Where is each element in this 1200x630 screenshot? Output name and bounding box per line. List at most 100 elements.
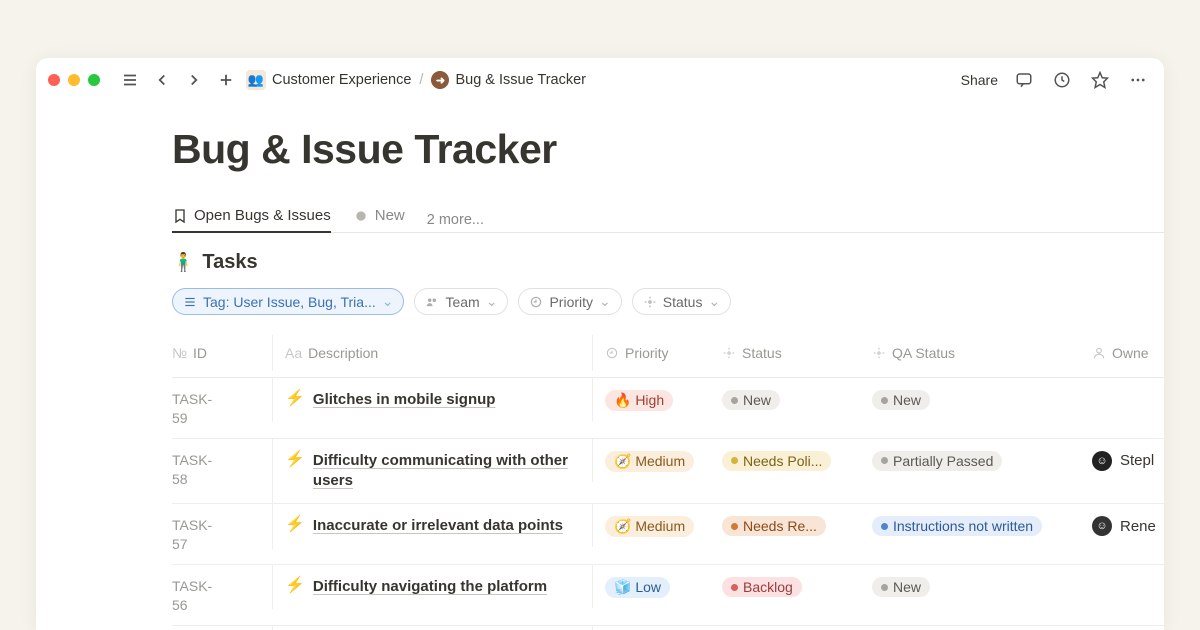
tab-new[interactable]: New [353,207,405,232]
close-window-button[interactable] [48,74,60,86]
chevron-down-icon: ⌄ [382,293,394,310]
col-qa[interactable]: QA Status [872,335,1092,371]
minimize-window-button[interactable] [68,74,80,86]
chevron-down-icon: ⌄ [486,293,498,310]
cell-status[interactable]: Needs Re... [722,504,872,546]
owner-name: Stepl [1120,452,1154,469]
new-page-button[interactable] [214,68,238,92]
app-window: 👥 Customer Experience / ➜ Bug & Issue Tr… [36,58,1164,630]
hamburger-icon[interactable] [118,68,142,92]
chevron-down-icon: ⌄ [599,293,611,310]
breadcrumb: 👥 Customer Experience / ➜ Bug & Issue Tr… [246,70,586,90]
qa-badge: Partially Passed [872,451,1002,471]
cell-priority[interactable]: 🧭 Medium [592,439,722,482]
chevron-down-icon: ⌄ [708,293,720,310]
col-id[interactable]: №ID [172,335,272,371]
cell-description[interactable]: ⚡ Difficulty navigating the platform [272,565,592,609]
qa-badge: New [872,390,930,410]
cell-priority[interactable]: 🔥 High [592,626,722,630]
table-row[interactable]: TASK-56 ⚡ Difficulty navigating the platfo… [172,565,1164,626]
cell-qa-status[interactable]: Partially Passed [872,439,1092,481]
filter-status[interactable]: Status ⌄ [632,288,731,315]
col-owner-label: Owne [1112,345,1149,361]
cell-qa-status[interactable]: QA Waiting [872,626,1092,630]
comments-icon[interactable] [1012,68,1036,92]
col-status-label: Status [742,345,782,361]
table-row[interactable]: TASK-58 ⚡ Difficulty communicating with ot… [172,439,1164,505]
status-badge: Backlog [722,577,802,597]
star-icon[interactable] [1088,68,1112,92]
cell-status[interactable]: Needs Poli... [722,439,872,481]
more-icon[interactable] [1126,68,1150,92]
col-status[interactable]: Status [722,335,872,371]
bolt-icon: ⚡ [285,578,305,594]
status-badge: Needs Re... [722,516,826,536]
cell-id: TASK-58 [172,439,272,499]
section-header: 🧍‍♂️ Tasks [172,251,1164,274]
share-button[interactable]: Share [961,72,998,88]
window-controls [48,74,100,86]
cell-id: TASK-55 [172,626,272,630]
description-text: Difficulty communicating with other user… [313,451,578,492]
filter-row: Tag: User Issue, Bug, Tria... ⌄ Team ⌄ P… [172,288,1164,315]
cell-owner[interactable] [1092,378,1164,400]
forward-button[interactable] [182,68,206,92]
cell-owner[interactable]: ☺Alice [1092,626,1164,630]
table-row[interactable]: TASK-59⚡Glitches in mobile signup 🔥 High N… [172,378,1164,439]
status-badge: Needs Poli... [722,451,831,471]
cell-id: TASK-59 [172,378,272,438]
description-text: Inaccurate or irrelevant data points [313,516,563,536]
cell-id: TASK-56 [172,565,272,625]
col-desc-label: Description [308,345,378,361]
cell-description[interactable]: ⚡ Difficulty communicating with other use… [272,439,592,504]
owner-name: Rene [1120,518,1156,535]
priority-badge: 🧭 Medium [605,516,694,537]
table-row[interactable]: TASK-55⚡Unresponsive user interface🔥 Hig… [172,626,1164,630]
col-description[interactable]: AaDescription [272,335,592,371]
description-text: Difficulty navigating the platform [313,577,547,597]
col-priority[interactable]: Priority [592,335,722,371]
cell-description[interactable]: ⚡Glitches in mobile signup [272,378,592,422]
cell-owner[interactable]: ☺ Rene [1092,504,1164,546]
filter-team[interactable]: Team ⌄ [414,288,508,315]
cell-description[interactable]: ⚡Inaccurate or irrelevant data points [272,504,592,548]
cell-priority[interactable]: 🧭 Medium [592,504,722,547]
cell-owner[interactable]: ☺Stepl [1092,439,1164,481]
tasks-table: №ID AaDescription Priority Status QA Sta… [172,329,1164,630]
back-button[interactable] [150,68,174,92]
tab-label: New [375,207,405,224]
col-owner[interactable]: Owne [1092,335,1164,371]
cell-status[interactable]: New [722,378,872,420]
tab-open-bugs[interactable]: Open Bugs & Issues [172,207,331,232]
priority-badge: 🔥 High [605,390,673,411]
cell-qa-status[interactable]: New [872,565,1092,607]
maximize-window-button[interactable] [88,74,100,86]
filter-priority[interactable]: Priority ⌄ [518,288,621,315]
breadcrumb-parent[interactable]: Customer Experience [272,72,411,88]
cell-status[interactable]: Backlog [722,565,872,607]
table-row[interactable]: TASK-57⚡Inaccurate or irrelevant data po… [172,504,1164,565]
avatar: ☺ [1092,516,1112,536]
table-header: №ID AaDescription Priority Status QA Sta… [172,329,1164,378]
breadcrumb-current-icon: ➜ [431,71,449,89]
topbar-actions: Share [961,68,1150,92]
cell-owner[interactable] [1092,565,1164,587]
bolt-icon: ⚡ [285,452,305,468]
tab-label: Open Bugs & Issues [194,207,331,224]
bolt-icon: ⚡ [285,391,305,407]
filter-team-label: Team [445,294,479,310]
cell-description[interactable]: ⚡Unresponsive user interface [272,626,592,630]
priority-badge: 🧭 Medium [605,451,694,472]
breadcrumb-separator: / [417,72,425,88]
cell-priority[interactable]: 🧊 Low [592,565,722,608]
cell-qa-status[interactable]: New [872,378,1092,420]
col-priority-label: Priority [625,345,669,361]
breadcrumb-current[interactable]: Bug & Issue Tracker [455,72,586,88]
cell-priority[interactable]: 🔥 High [592,378,722,421]
clock-icon[interactable] [1050,68,1074,92]
tabs-more[interactable]: 2 more... [427,212,484,228]
cell-qa-status[interactable]: Instructions not written [872,504,1092,546]
cell-status[interactable]: Approved [722,626,872,630]
section-title: Tasks [202,251,257,274]
filter-tag[interactable]: Tag: User Issue, Bug, Tria... ⌄ [172,288,404,315]
